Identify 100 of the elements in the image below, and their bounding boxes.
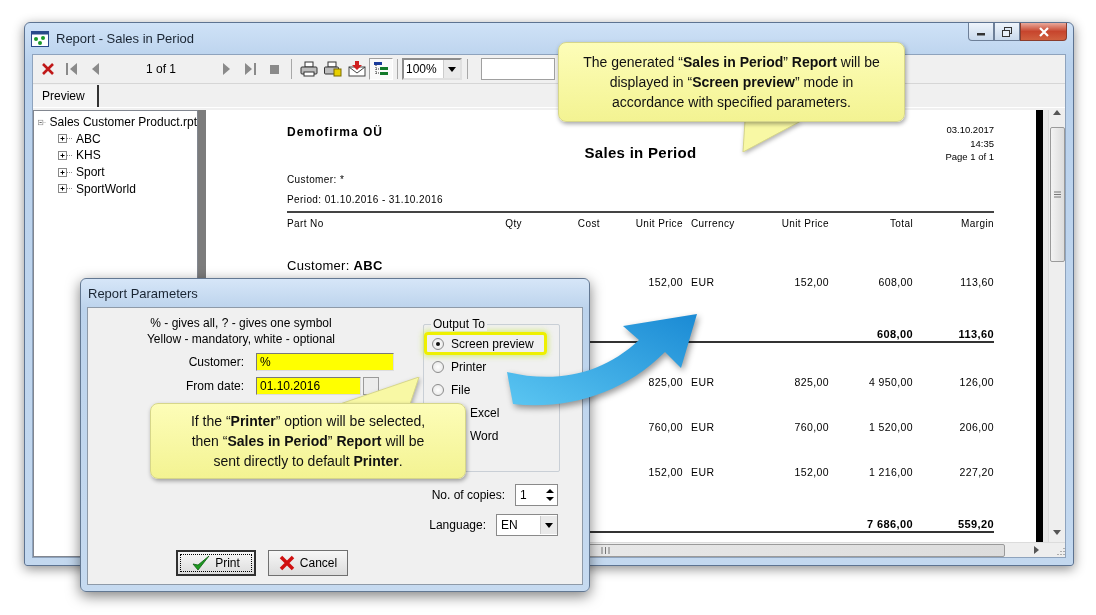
report-title: Sales in Period xyxy=(584,144,697,161)
column-header: Total xyxy=(889,218,913,229)
table-cell: 760,00 xyxy=(794,421,829,433)
size-grip-icon[interactable] xyxy=(1055,545,1065,555)
dropdown-arrow-icon[interactable] xyxy=(448,66,456,72)
check-icon[interactable] xyxy=(192,555,211,571)
scroll-right-icon[interactable] xyxy=(1034,546,1039,554)
table-cell: 760,00 xyxy=(648,421,683,433)
page-indicator: 1 of 1 xyxy=(145,62,177,76)
scrollbar-thumb[interactable] xyxy=(1049,127,1065,262)
tree-item[interactable]: Sales Customer Product.rpt xyxy=(49,115,197,130)
tree-item[interactable]: KHS xyxy=(76,148,101,163)
radio-label[interactable]: Word xyxy=(470,428,499,443)
table-cell: 825,00 xyxy=(794,376,829,388)
scroll-down-icon[interactable] xyxy=(1053,530,1061,535)
column-header: Unit Price xyxy=(635,218,683,229)
language-dropdown[interactable]: EN xyxy=(496,514,558,536)
table-cell: 126,00 xyxy=(959,376,994,388)
group-heading: Customer: ABC xyxy=(287,258,383,273)
envelope-icon[interactable] xyxy=(348,61,366,77)
field-label: Customer: xyxy=(187,355,244,369)
table-cell: EUR xyxy=(691,276,715,288)
table-cell: 7 686,00 xyxy=(866,518,913,530)
dropdown-arrow-icon[interactable] xyxy=(545,522,553,528)
date-picker-button[interactable] xyxy=(363,377,379,395)
close-icon[interactable] xyxy=(41,62,55,76)
period-text: Period: 01.10.2016 - 31.10.2016 xyxy=(287,194,443,205)
report-date: 03.10.2017 xyxy=(946,123,994,137)
page-number: Page 1 of 1 xyxy=(945,150,994,164)
column-header: Unit Price xyxy=(781,218,829,229)
copies-spinbox[interactable]: 1 xyxy=(515,484,558,506)
last-page-icon[interactable] xyxy=(243,62,257,76)
column-header: Cost xyxy=(577,218,600,229)
tree-view-icon[interactable] xyxy=(373,61,389,77)
plus-box-icon[interactable] xyxy=(58,166,73,178)
table-cell: 113,60 xyxy=(960,276,994,288)
stop-icon[interactable] xyxy=(267,62,281,76)
group-label: Output To xyxy=(431,317,487,331)
table-cell: 152,00 xyxy=(648,466,683,478)
column-header: Margin xyxy=(961,218,994,229)
table-cell: 227,20 xyxy=(959,466,994,478)
zoom-dropdown[interactable]: 100% xyxy=(402,58,462,80)
printer-icon[interactable] xyxy=(300,61,318,77)
print-button[interactable]: Print xyxy=(176,550,256,576)
plus-box-icon[interactable] xyxy=(58,133,73,145)
radio-option[interactable]: Printer xyxy=(424,355,494,378)
maximize-button[interactable] xyxy=(994,23,1020,41)
table-cell: 113,60 xyxy=(958,328,994,340)
first-page-icon[interactable] xyxy=(65,62,79,76)
table-cell: 825,00 xyxy=(648,376,683,388)
callout: The generated “Sales in Period” Report will be displayed in “Screen preview” mode in accordance with specified parameters. xyxy=(558,42,905,122)
customer-filter: Customer: * xyxy=(287,174,345,185)
tree-item[interactable]: ABC xyxy=(76,131,101,146)
table-cell: 559,20 xyxy=(957,518,994,530)
callout: If the “Printer” option will be selected, then “Sales in Period” Report will be sent directly to default Printer. xyxy=(150,403,466,479)
hint-text: Yellow - mandatory, white - optional xyxy=(146,332,336,346)
search-field[interactable] xyxy=(481,58,555,80)
input-field[interactable]: 01.10.2016 xyxy=(256,377,361,395)
report-time: 14:35 xyxy=(970,136,994,150)
plus-box-icon[interactable] xyxy=(58,150,73,161)
plus-box-icon[interactable] xyxy=(58,183,73,195)
radio-option[interactable]: Screen preview xyxy=(424,332,547,355)
company-name: Demofirma OÜ xyxy=(287,125,384,139)
window-title: Report - Sales in Period xyxy=(56,31,194,46)
cancel-button[interactable]: Cancel xyxy=(268,550,348,576)
table-cell: 206,00 xyxy=(959,421,994,433)
scroll-up-icon[interactable] xyxy=(1053,110,1061,115)
dialog-title: Report Parameters xyxy=(88,285,198,301)
table-cell: EUR xyxy=(691,421,715,433)
tab[interactable]: Preview xyxy=(33,85,99,107)
vertical-scrollbar[interactable] xyxy=(1048,110,1065,542)
cross-icon[interactable] xyxy=(278,555,295,571)
table-cell: 4 950,00 xyxy=(868,376,913,388)
grip-icon xyxy=(1053,191,1061,198)
tree-item[interactable]: Sport xyxy=(76,165,105,180)
minimize-button[interactable] xyxy=(968,23,994,41)
table-cell: 152,00 xyxy=(648,276,683,288)
printer-setup-icon[interactable] xyxy=(324,61,342,77)
radio-label[interactable]: Excel xyxy=(470,405,500,420)
close-button[interactable] xyxy=(1020,23,1067,41)
table-cell: 152,00 xyxy=(794,276,829,288)
restore-icon[interactable] xyxy=(1001,26,1013,37)
radio-option[interactable]: File xyxy=(424,378,478,401)
table-cell: 152,00 xyxy=(794,466,829,478)
column-header: Currency xyxy=(691,218,735,229)
table-cell: EUR xyxy=(691,466,715,478)
field-label: From date: xyxy=(184,379,244,393)
column-header: Part No xyxy=(287,218,324,229)
column-header: Qty xyxy=(505,218,522,229)
table-cell: 608,00 xyxy=(876,328,913,340)
tree-item[interactable]: SportWorld xyxy=(76,181,136,196)
table-cell: 1 216,00 xyxy=(868,466,913,478)
table-cell: 608,00 xyxy=(878,276,913,288)
app-icon xyxy=(31,30,49,47)
table-cell: EUR xyxy=(691,376,715,388)
input-field[interactable]: % xyxy=(256,353,394,371)
table-cell: 1 520,00 xyxy=(868,421,913,433)
field-label: Language: xyxy=(429,518,486,532)
field-label: No. of copies: xyxy=(431,488,505,502)
grip-icon xyxy=(600,546,610,554)
